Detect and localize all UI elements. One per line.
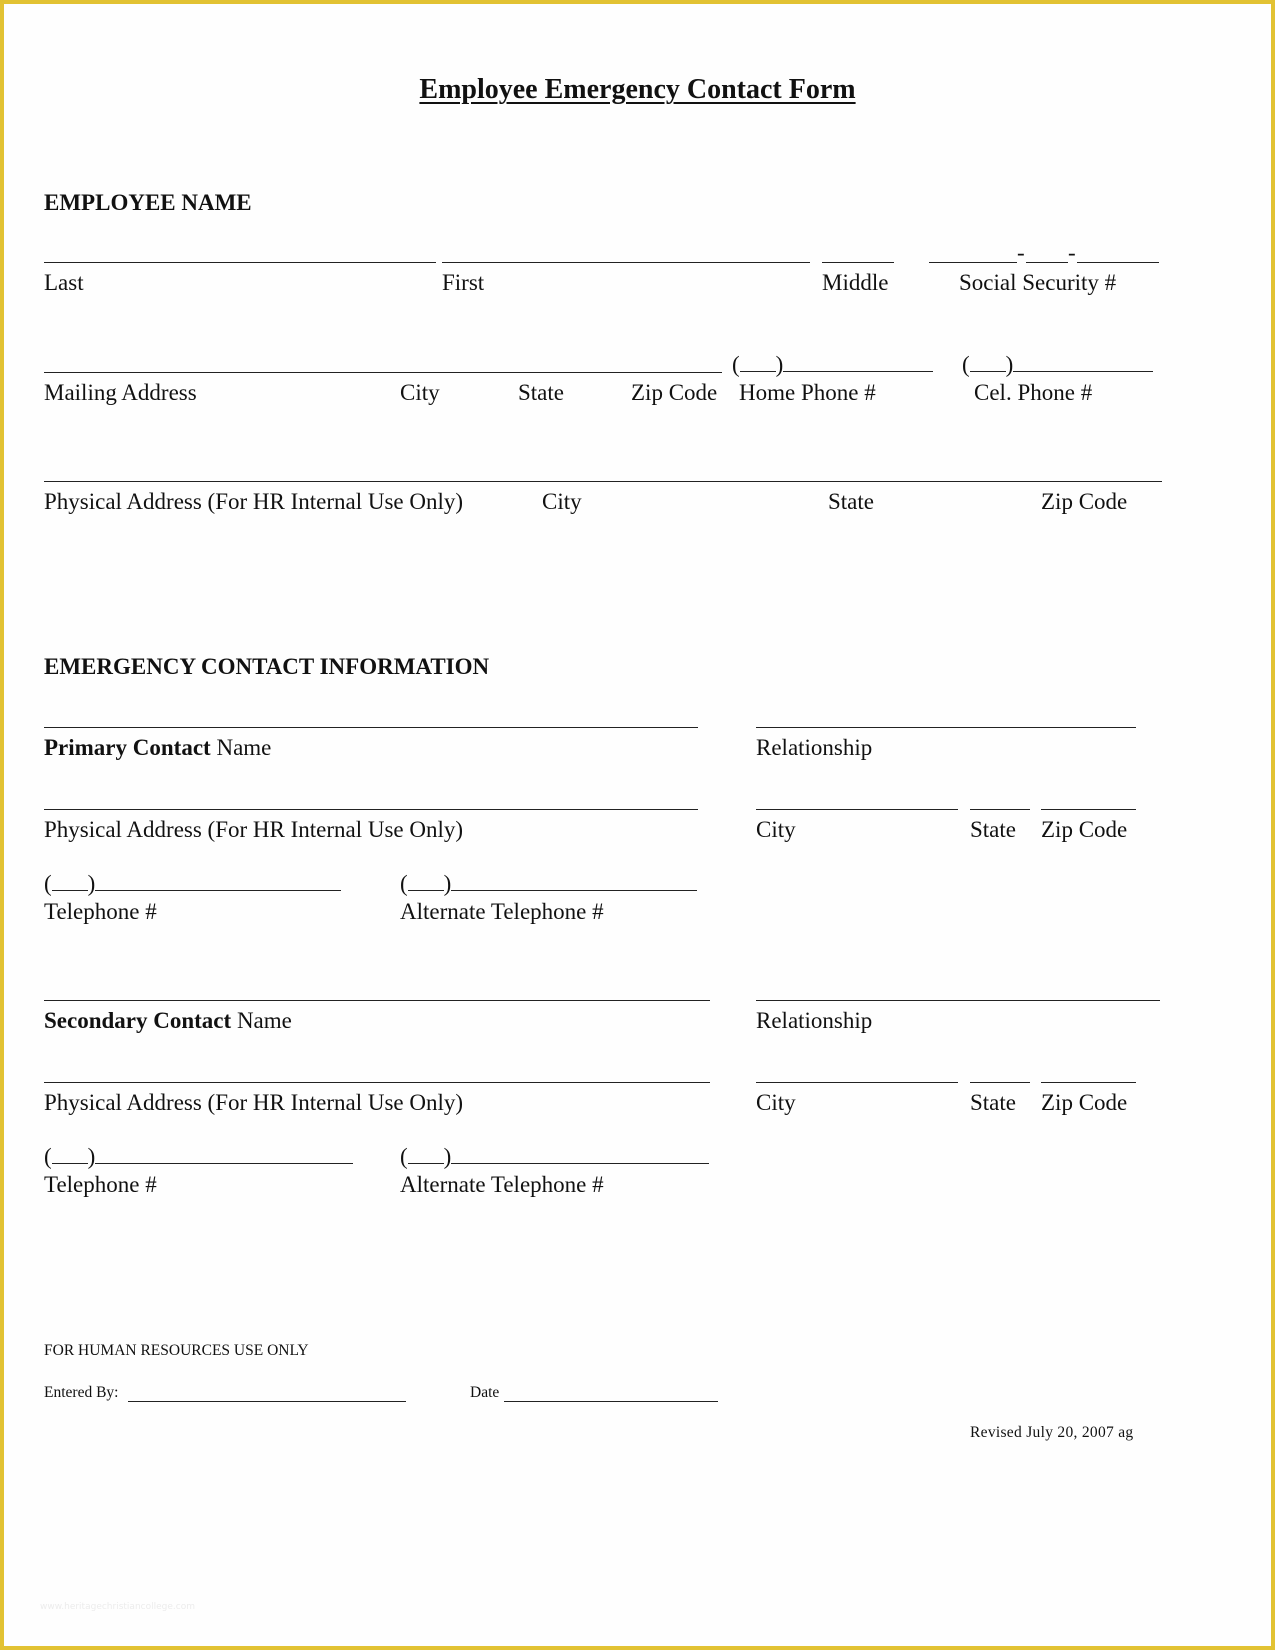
- home-phone-label: Home Phone #: [739, 380, 876, 405]
- primary-contact-name-field[interactable]: [44, 727, 698, 728]
- secondary-zip-label: Zip Code: [1041, 1090, 1128, 1115]
- primary-number-field[interactable]: [95, 872, 342, 891]
- ssn-separator: -: [1068, 240, 1076, 265]
- primary-address-field[interactable]: [44, 809, 698, 810]
- ssn-separator: -: [1017, 240, 1025, 265]
- primary-contact-name-label: Primary Contact Name: [44, 735, 272, 760]
- secondary-number-field[interactable]: [95, 1145, 354, 1164]
- primary-city-field[interactable]: [756, 809, 958, 810]
- last-label: Last: [44, 270, 84, 295]
- cell-phone-field[interactable]: (): [962, 352, 1154, 378]
- cell-phone-label: Cel. Phone #: [974, 380, 1093, 405]
- secondary-contact-name-field[interactable]: [44, 1000, 710, 1001]
- mailing-zip-label: Zip Code: [631, 380, 718, 405]
- primary-telephone-field[interactable]: (): [44, 871, 342, 897]
- primary-relationship-field[interactable]: [756, 727, 1136, 728]
- home-phone-field[interactable]: (): [732, 352, 934, 378]
- mailing-city-label: City: [400, 380, 440, 405]
- first-label: First: [442, 270, 485, 295]
- secondary-relationship-field[interactable]: [756, 1000, 1160, 1001]
- form-title: Employee Emergency Contact Form: [419, 74, 856, 105]
- primary-telephone-label: Telephone #: [44, 899, 157, 924]
- physical-address-label: Physical Address (For HR Internal Use On…: [44, 489, 464, 514]
- ssn-part2-field[interactable]: [1026, 262, 1068, 263]
- home-number-field[interactable]: [783, 353, 934, 372]
- home-area-code-field[interactable]: [739, 353, 776, 372]
- date-label: Date: [470, 1384, 500, 1401]
- primary-area-code-field[interactable]: [51, 872, 88, 891]
- secondary-state-field[interactable]: [970, 1082, 1030, 1083]
- secondary-alt-telephone-label: Alternate Telephone #: [400, 1172, 604, 1197]
- physical-zip-label: Zip Code: [1041, 489, 1128, 514]
- cell-number-field[interactable]: [1013, 353, 1154, 372]
- form-page: Employee Emergency Contact Form EMPLOYEE…: [4, 4, 1271, 1646]
- secondary-area-code-field[interactable]: [51, 1145, 88, 1164]
- physical-state-label: State: [828, 489, 874, 514]
- mailing-state-label: State: [518, 380, 564, 405]
- secondary-alt-number-field[interactable]: [451, 1145, 710, 1164]
- middle-name-field[interactable]: [822, 262, 894, 263]
- physical-city-label: City: [542, 489, 582, 514]
- secondary-contact-name-label: Secondary Contact Name: [44, 1008, 292, 1033]
- ssn-part3-field[interactable]: [1077, 262, 1159, 263]
- date-field[interactable]: [504, 1401, 718, 1402]
- emergency-contact-heading: EMERGENCY CONTACT INFORMATION: [44, 654, 490, 679]
- hr-use-heading: FOR HUMAN RESOURCES USE ONLY: [44, 1342, 309, 1359]
- watermark: www.heritagechristiancollege.com: [40, 1602, 195, 1612]
- middle-label: Middle: [822, 270, 889, 295]
- primary-zip-label: Zip Code: [1041, 817, 1128, 842]
- primary-address-label: Physical Address (For HR Internal Use On…: [44, 817, 464, 842]
- primary-zip-field[interactable]: [1041, 809, 1136, 810]
- primary-alt-area-code-field[interactable]: [407, 872, 444, 891]
- primary-alt-telephone-label: Alternate Telephone #: [400, 899, 604, 924]
- mailing-address-label: Mailing Address: [44, 380, 197, 405]
- secondary-zip-field[interactable]: [1041, 1082, 1136, 1083]
- secondary-address-label: Physical Address (For HR Internal Use On…: [44, 1090, 464, 1115]
- primary-state-field[interactable]: [970, 809, 1030, 810]
- entered-by-label: Entered By:: [44, 1384, 119, 1401]
- physical-address-field[interactable]: [44, 481, 1162, 482]
- first-name-field[interactable]: [442, 262, 810, 263]
- primary-state-label: State: [970, 817, 1016, 842]
- secondary-alt-area-code-field[interactable]: [407, 1145, 444, 1164]
- secondary-alt-telephone-field[interactable]: (): [400, 1144, 710, 1170]
- secondary-telephone-field[interactable]: (): [44, 1144, 354, 1170]
- cell-area-code-field[interactable]: [969, 353, 1006, 372]
- revision-note: Revised July 20, 2007 ag: [970, 1424, 1134, 1441]
- employee-name-heading: EMPLOYEE NAME: [44, 190, 252, 215]
- ssn-label: Social Security #: [959, 270, 1117, 295]
- primary-alt-telephone-field[interactable]: (): [400, 871, 698, 897]
- primary-city-label: City: [756, 817, 796, 842]
- secondary-relationship-label: Relationship: [756, 1008, 873, 1033]
- primary-alt-number-field[interactable]: [451, 872, 698, 891]
- entered-by-field[interactable]: [128, 1401, 406, 1402]
- secondary-state-label: State: [970, 1090, 1016, 1115]
- last-name-field[interactable]: [44, 262, 436, 263]
- secondary-city-label: City: [756, 1090, 796, 1115]
- secondary-address-field[interactable]: [44, 1082, 710, 1083]
- secondary-city-field[interactable]: [756, 1082, 958, 1083]
- ssn-part1-field[interactable]: [929, 262, 1017, 263]
- mailing-address-field[interactable]: [44, 372, 722, 373]
- secondary-telephone-label: Telephone #: [44, 1172, 157, 1197]
- primary-relationship-label: Relationship: [756, 735, 873, 760]
